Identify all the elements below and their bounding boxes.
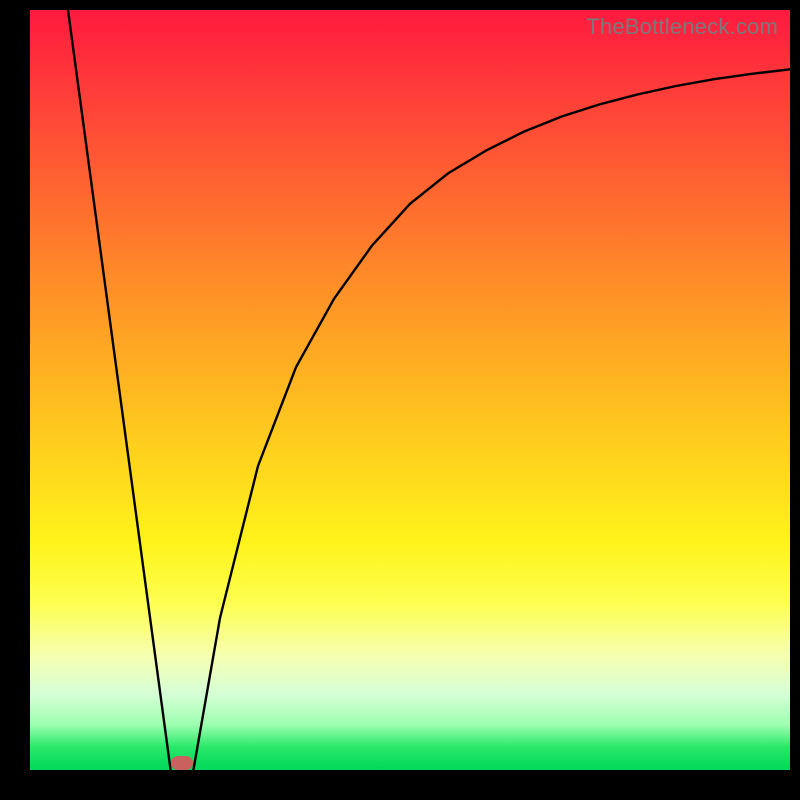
chart-frame: TheBottleneck.com (0, 0, 800, 800)
plot-area: TheBottleneck.com (30, 10, 790, 770)
curve-layer (30, 10, 790, 770)
series-right-branch (193, 69, 790, 770)
series-left-branch (68, 10, 171, 770)
bottleneck-marker (171, 756, 194, 770)
watermark-text: TheBottleneck.com (586, 14, 778, 40)
